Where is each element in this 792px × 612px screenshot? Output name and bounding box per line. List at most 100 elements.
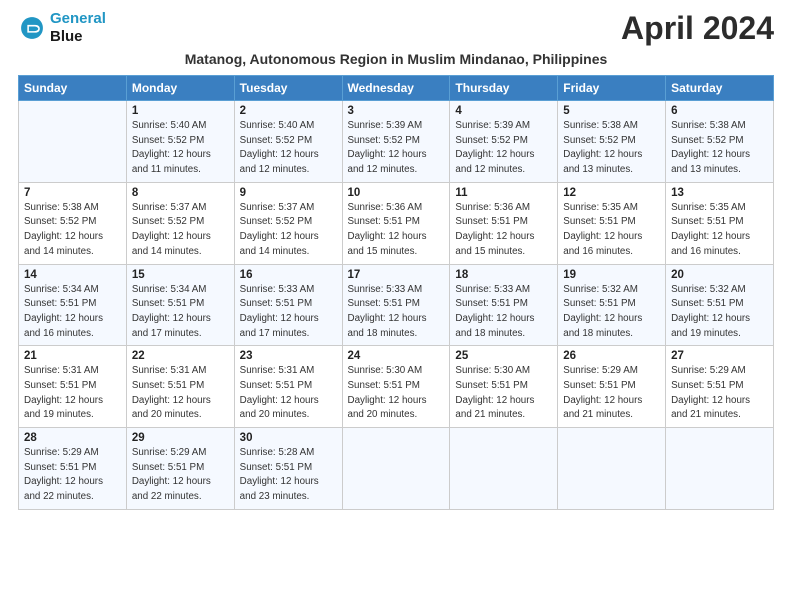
day-cell: 26Sunrise: 5:29 AM Sunset: 5:51 PM Dayli… [558,346,666,428]
day-number: 23 [240,350,337,362]
header-row: SundayMondayTuesdayWednesdayThursdayFrid… [19,76,774,101]
week-row-4: 21 Sunrise: 5:31 AM Sunset: 5:51 PM Dayli… [19,346,774,428]
day-number: 12 [563,187,660,199]
day-info: Sunrise: 5:40 AM Sunset: 5:52 PM Dayligh… [240,119,337,178]
day-cell: 22 Sunrise: 5:31 AM Sunset: 5:51 PM Dayli… [126,346,234,428]
day-cell: 28 Sunrise: 5:29 AM Sunset: 5:51 PM Dayli… [19,428,127,510]
day-number: 7 [24,187,121,199]
day-cell [450,428,558,510]
week-row-2: 7 Sunrise: 5:38 AM Sunset: 5:52 PM Daylig… [19,182,774,264]
day-number: 2 [240,105,337,117]
day-cell [666,428,774,510]
day-cell: 23Sunrise: 5:31 AM Sunset: 5:51 PM Dayli… [234,346,342,428]
day-info: Sunrise: 5:32 AM Sunset: 5:51 PM Dayligh… [671,283,768,342]
day-cell: 29 Sunrise: 5:29 AM Sunset: 5:51 PM Dayli… [126,428,234,510]
day-info: Sunrise: 5:39 AM Sunset: 5:52 PM Dayligh… [348,119,445,178]
week-row-3: 14Sunrise: 5:34 AM Sunset: 5:51 PM Dayli… [19,264,774,346]
day-number: 16 [240,269,337,281]
day-cell: 17Sunrise: 5:33 AM Sunset: 5:51 PM Dayli… [342,264,450,346]
day-cell: 15Sunrise: 5:34 AM Sunset: 5:51 PM Dayli… [126,264,234,346]
day-info: Sunrise: 5:35 AM Sunset: 5:51 PM Dayligh… [671,201,768,260]
day-info: Sunrise: 5:38 AM Sunset: 5:52 PM Dayligh… [563,119,660,178]
day-info: Sunrise: 5:37 AM Sunset: 5:52 PM Dayligh… [240,201,337,260]
day-info: Sunrise: 5:29 AM Sunset: 5:51 PM Dayligh… [132,446,229,505]
day-info: Sunrise: 5:39 AM Sunset: 5:52 PM Dayligh… [455,119,552,178]
header-cell-thursday: Thursday [450,76,558,101]
day-number: 1 [132,105,229,117]
day-cell: 27 Sunrise: 5:29 AM Sunset: 5:51 PM Dayli… [666,346,774,428]
day-number: 11 [455,187,552,199]
day-info: Sunrise: 5:36 AM Sunset: 5:51 PM Dayligh… [348,201,445,260]
day-number: 30 [240,432,337,444]
day-cell: 4 Sunrise: 5:39 AM Sunset: 5:52 PM Daylig… [450,101,558,183]
day-info: Sunrise: 5:32 AM Sunset: 5:51 PM Dayligh… [563,283,660,342]
page-header: General Blue April 2024 [18,10,774,47]
day-number: 17 [348,269,445,281]
week-row-5: 28 Sunrise: 5:29 AM Sunset: 5:51 PM Dayli… [19,428,774,510]
day-number: 22 [132,350,229,362]
day-cell: 6Sunrise: 5:38 AM Sunset: 5:52 PM Daylig… [666,101,774,183]
day-info: Sunrise: 5:31 AM Sunset: 5:51 PM Dayligh… [24,364,121,423]
day-info: Sunrise: 5:34 AM Sunset: 5:51 PM Dayligh… [132,283,229,342]
day-cell: 9 Sunrise: 5:37 AM Sunset: 5:52 PM Daylig… [234,182,342,264]
day-info: Sunrise: 5:33 AM Sunset: 5:51 PM Dayligh… [240,283,337,342]
day-cell: 10 Sunrise: 5:36 AM Sunset: 5:51 PM Dayli… [342,182,450,264]
day-cell: 19 Sunrise: 5:32 AM Sunset: 5:51 PM Dayli… [558,264,666,346]
day-number: 21 [24,350,121,362]
day-info: Sunrise: 5:30 AM Sunset: 5:51 PM Dayligh… [348,364,445,423]
day-cell: 2 Sunrise: 5:40 AM Sunset: 5:52 PM Daylig… [234,101,342,183]
day-info: Sunrise: 5:31 AM Sunset: 5:51 PM Dayligh… [132,364,229,423]
month-title: April 2024 [621,10,774,47]
day-info: Sunrise: 5:37 AM Sunset: 5:52 PM Dayligh… [132,201,229,260]
day-info: Sunrise: 5:28 AM Sunset: 5:51 PM Dayligh… [240,446,337,505]
day-info: Sunrise: 5:29 AM Sunset: 5:51 PM Dayligh… [24,446,121,505]
week-row-1: 1 Sunrise: 5:40 AM Sunset: 5:52 PM Daylig… [19,101,774,183]
day-number: 6 [671,105,768,117]
day-cell [19,101,127,183]
day-number: 26 [563,350,660,362]
day-info: Sunrise: 5:36 AM Sunset: 5:51 PM Dayligh… [455,201,552,260]
logo-text: General Blue [50,10,106,46]
day-info: Sunrise: 5:30 AM Sunset: 5:51 PM Dayligh… [455,364,552,423]
header-cell-wednesday: Wednesday [342,76,450,101]
day-number: 10 [348,187,445,199]
day-number: 18 [455,269,552,281]
day-number: 3 [348,105,445,117]
header-cell-sunday: Sunday [19,76,127,101]
header-cell-saturday: Saturday [666,76,774,101]
day-cell: 13 Sunrise: 5:35 AM Sunset: 5:51 PM Dayli… [666,182,774,264]
day-cell: 8 Sunrise: 5:37 AM Sunset: 5:52 PM Daylig… [126,182,234,264]
header-cell-tuesday: Tuesday [234,76,342,101]
day-number: 19 [563,269,660,281]
day-info: Sunrise: 5:34 AM Sunset: 5:51 PM Dayligh… [24,283,121,342]
day-number: 4 [455,105,552,117]
header-cell-monday: Monday [126,76,234,101]
day-cell: 24Sunrise: 5:30 AM Sunset: 5:51 PM Dayli… [342,346,450,428]
day-cell [342,428,450,510]
day-cell: 7 Sunrise: 5:38 AM Sunset: 5:52 PM Daylig… [19,182,127,264]
day-number: 29 [132,432,229,444]
day-cell: 3 Sunrise: 5:39 AM Sunset: 5:52 PM Daylig… [342,101,450,183]
day-number: 28 [24,432,121,444]
calendar-table: SundayMondayTuesdayWednesdayThursdayFrid… [18,75,774,510]
day-number: 27 [671,350,768,362]
day-cell: 18Sunrise: 5:33 AM Sunset: 5:51 PM Dayli… [450,264,558,346]
day-info: Sunrise: 5:38 AM Sunset: 5:52 PM Dayligh… [24,201,121,260]
day-cell: 5 Sunrise: 5:38 AM Sunset: 5:52 PM Daylig… [558,101,666,183]
day-info: Sunrise: 5:29 AM Sunset: 5:51 PM Dayligh… [671,364,768,423]
day-number: 5 [563,105,660,117]
day-cell [558,428,666,510]
day-info: Sunrise: 5:35 AM Sunset: 5:51 PM Dayligh… [563,201,660,260]
logo-icon [18,14,46,42]
day-cell: 20 Sunrise: 5:32 AM Sunset: 5:51 PM Dayli… [666,264,774,346]
calendar-body: 1 Sunrise: 5:40 AM Sunset: 5:52 PM Daylig… [19,101,774,510]
day-cell: 1Sunrise: 5:40 AM Sunset: 5:52 PM Daylig… [126,101,234,183]
calendar-header: SundayMondayTuesdayWednesdayThursdayFrid… [19,76,774,101]
day-number: 9 [240,187,337,199]
day-cell: 21 Sunrise: 5:31 AM Sunset: 5:51 PM Dayli… [19,346,127,428]
day-number: 8 [132,187,229,199]
logo: General Blue [18,10,106,46]
day-cell: 16 Sunrise: 5:33 AM Sunset: 5:51 PM Dayli… [234,264,342,346]
day-number: 20 [671,269,768,281]
day-number: 13 [671,187,768,199]
